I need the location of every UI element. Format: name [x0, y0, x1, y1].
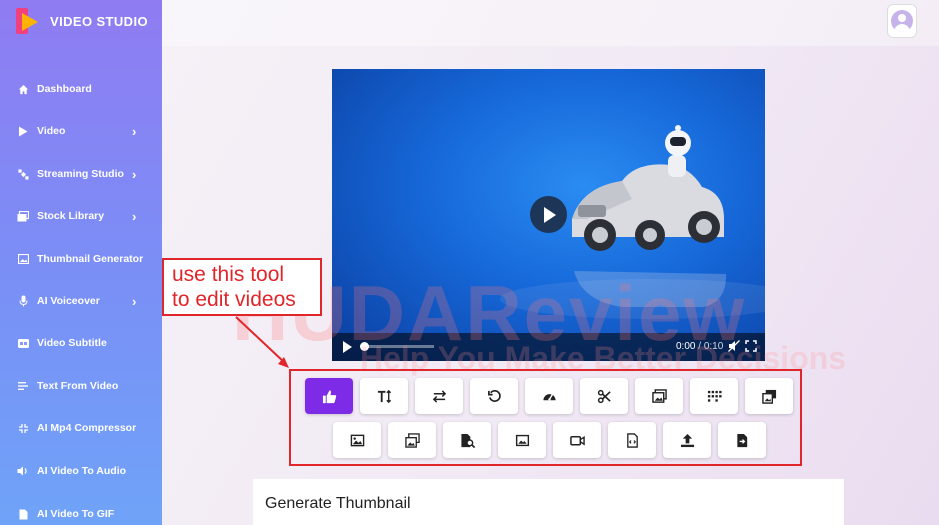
photo-stack-icon — [651, 388, 667, 403]
sidebar-item-ai-video-to-gif[interactable]: AI Video To GIF — [0, 499, 162, 525]
file-search-icon — [460, 433, 475, 448]
images-icon — [17, 210, 29, 222]
video-studio-logo-icon — [16, 8, 40, 34]
photo-stack-tool-button[interactable] — [635, 378, 683, 414]
file-export-icon — [736, 433, 747, 447]
picture-icon — [515, 434, 529, 446]
file-code-icon — [626, 432, 638, 448]
upload-tool-button[interactable] — [663, 422, 711, 458]
sidebar-item-thumbnail-generator[interactable]: Thumbnail Generator — [0, 244, 162, 274]
home-icon — [17, 83, 29, 95]
file-search-tool-button[interactable] — [443, 422, 491, 458]
sidebar-item-ai-mp4-compressor[interactable]: AI Mp4 Compressor — [0, 413, 162, 443]
chevron-right-icon: › — [132, 208, 137, 224]
sidebar-item-stock-library[interactable]: Stock Library › — [0, 201, 162, 231]
text-size-tool-button[interactable] — [360, 378, 408, 414]
microphone-icon — [17, 295, 29, 307]
sidebar-item-label: Video — [37, 125, 66, 137]
sidebar-item-label: Stock Library — [37, 210, 105, 222]
sidebar-item-label: AI Video To Audio — [37, 465, 127, 477]
rotate-tool-button[interactable] — [470, 378, 518, 414]
sidebar: VIDEO STUDIO Dashboard Video › Streaming… — [0, 0, 162, 525]
volume-icon — [17, 465, 29, 477]
picture-tool-button[interactable] — [498, 422, 546, 458]
image-icon — [17, 253, 29, 265]
sidebar-item-label: Dashboard — [37, 83, 92, 95]
undo-icon — [487, 389, 501, 402]
image-tool-button[interactable] — [333, 422, 381, 458]
play-icon[interactable] — [343, 341, 352, 353]
sidebar-item-label: Thumbnail Generator — [37, 253, 144, 265]
mute-icon[interactable] — [728, 340, 740, 355]
text-height-icon — [377, 389, 391, 403]
progress-knob[interactable] — [360, 342, 369, 351]
top-bar — [162, 0, 939, 46]
file-icon — [17, 508, 29, 520]
images-tool-button[interactable] — [388, 422, 436, 458]
image-overlay-tool-button[interactable] — [745, 378, 793, 414]
grid-tool-button[interactable] — [690, 378, 738, 414]
brand[interactable]: VIDEO STUDIO — [16, 8, 148, 34]
user-avatar[interactable] — [887, 4, 917, 38]
images-icon — [404, 432, 420, 448]
swap-tool-button[interactable] — [415, 378, 463, 414]
grid-dots-icon — [707, 390, 722, 402]
callout-line-2: to edit videos — [172, 288, 296, 311]
time-separator: / — [695, 341, 704, 352]
time-readout: 0:00 / 0:10 — [676, 341, 723, 352]
video-camera-icon — [569, 435, 585, 446]
thumbs-up-icon — [322, 389, 336, 403]
sidebar-item-label: Video Subtitle — [37, 337, 107, 349]
time-total: 0:10 — [703, 341, 724, 352]
callout-line-1: use this tool — [172, 263, 285, 286]
speed-tool-button[interactable] — [525, 378, 573, 414]
sidebar-item-text-from-video[interactable]: Text From Video — [0, 371, 162, 401]
sidebar-item-ai-voiceover[interactable]: AI Voiceover › — [0, 286, 162, 316]
sidebar-item-label: AI Mp4 Compressor — [37, 422, 137, 434]
chevron-right-icon: › — [132, 123, 137, 139]
compress-icon — [17, 422, 29, 434]
file-code-tool-button[interactable] — [608, 422, 656, 458]
sidebar-item-label: Streaming Studio — [37, 168, 124, 180]
panel-title: Generate Thumbnail — [265, 495, 411, 512]
fullscreen-icon[interactable] — [745, 340, 757, 355]
closed-caption-icon — [17, 337, 29, 349]
file-export-tool-button[interactable] — [718, 422, 766, 458]
sidebar-item-label: Text From Video — [37, 380, 119, 392]
sidebar-item-ai-video-to-audio[interactable]: AI Video To Audio — [0, 456, 162, 486]
upload-icon — [680, 433, 694, 447]
thumbs-up-tool-button[interactable] — [305, 378, 353, 414]
image-icon — [350, 434, 364, 446]
play-icon — [17, 125, 29, 137]
chevron-right-icon: › — [132, 166, 137, 182]
annotation-callout: use this tool to edit videos — [162, 258, 322, 316]
play-overlay-button[interactable] — [530, 196, 567, 233]
satellite-icon — [17, 168, 29, 180]
app-title: VIDEO STUDIO — [50, 13, 148, 29]
user-icon — [891, 10, 913, 32]
sidebar-item-label: AI Voiceover — [37, 295, 100, 307]
scissors-icon — [597, 389, 611, 403]
text-lines-icon — [17, 380, 29, 392]
sidebar-item-video-subtitle[interactable]: Video Subtitle — [0, 328, 162, 358]
speedometer-icon — [542, 393, 556, 401]
cut-tool-button[interactable] — [580, 378, 628, 414]
image-overlay-icon — [761, 389, 776, 404]
sidebar-item-video[interactable]: Video › — [0, 116, 162, 146]
chevron-right-icon: › — [132, 293, 137, 309]
swap-arrows-icon — [432, 389, 446, 403]
sidebar-item-streaming-studio[interactable]: Streaming Studio › — [0, 159, 162, 189]
sidebar-item-dashboard[interactable]: Dashboard — [0, 74, 162, 104]
video-camera-tool-button[interactable] — [553, 422, 601, 458]
time-current: 0:00 — [676, 341, 696, 352]
progress-track[interactable] — [362, 345, 434, 348]
sidebar-item-label: AI Video To GIF — [37, 508, 115, 520]
